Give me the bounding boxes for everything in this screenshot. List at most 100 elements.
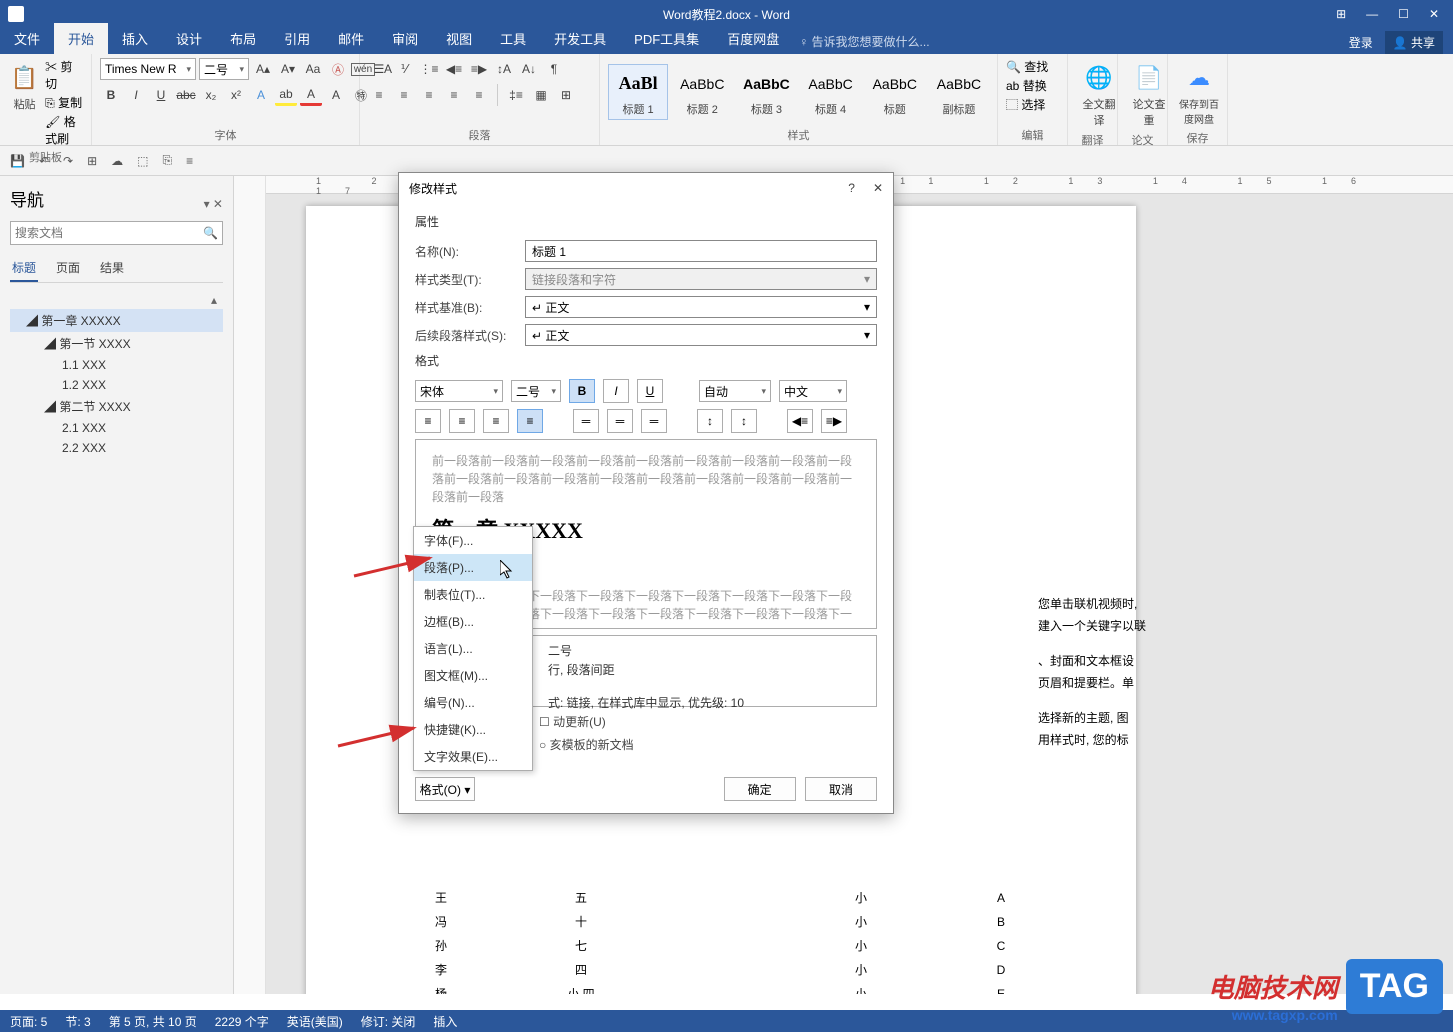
clear-format-icon[interactable]: Ⓐ — [327, 58, 349, 80]
dlg-align-right-icon[interactable]: ≡ — [483, 409, 509, 433]
style-item[interactable]: AaBbC标题 2 — [672, 64, 732, 120]
qat-tool5-icon[interactable]: ≡ — [186, 154, 193, 168]
format-menu-item[interactable]: 编号(N)... — [414, 689, 532, 716]
dlg-spacing1-icon[interactable]: ═ — [573, 409, 599, 433]
dlg-spacing2-icon[interactable]: ═ — [607, 409, 633, 433]
shading-icon[interactable]: ▦ — [530, 84, 552, 106]
style-next-combo[interactable]: ↵ 正文▾ — [525, 324, 877, 346]
dialog-close-icon[interactable]: ✕ — [873, 181, 883, 195]
dlg-align-left-icon[interactable]: ≡ — [415, 409, 441, 433]
thesis-check-button[interactable]: 📄 论文查重 — [1126, 58, 1172, 130]
show-marks-icon[interactable]: ¶ — [543, 58, 565, 80]
highlight-icon[interactable]: ab — [275, 84, 297, 106]
dlg-justify-icon[interactable]: ≡ — [517, 409, 543, 433]
format-dropdown-button[interactable]: 格式(O) ▾ — [415, 777, 475, 801]
find-button[interactable]: 🔍 查找 — [1006, 58, 1048, 75]
nav-tab-pages[interactable]: 页面 — [54, 255, 82, 282]
dlg-size-combo[interactable]: 二号▾ — [511, 380, 561, 402]
superscript-icon[interactable]: x² — [225, 84, 247, 106]
format-menu-item[interactable]: 制表位(T)... — [414, 581, 532, 608]
tab-file[interactable]: 文件 — [0, 23, 54, 54]
font-name-combo[interactable]: Times New R▾ — [100, 58, 196, 80]
nav-tree-item[interactable]: 2.2 XXX — [10, 438, 223, 458]
nav-search-input[interactable] — [15, 226, 203, 240]
tab-pdf[interactable]: PDF工具集 — [620, 23, 713, 54]
text-effects-icon[interactable]: A — [250, 84, 272, 106]
copy-button[interactable]: ⎘ 复制 — [45, 94, 83, 111]
tab-insert[interactable]: 插入 — [108, 23, 162, 54]
qat-tool2-icon[interactable]: ☁ — [111, 154, 123, 168]
dlg-font-combo[interactable]: 宋体▾ — [415, 380, 503, 402]
maximize-icon[interactable]: ☐ — [1398, 7, 1409, 21]
sort-icon[interactable]: A↓ — [518, 58, 540, 80]
dialog-help-icon[interactable]: ? — [848, 181, 855, 195]
full-translate-button[interactable]: 🌐 全文翻译 — [1076, 58, 1122, 130]
nav-search-box[interactable]: 🔍 — [10, 221, 223, 245]
align-left-icon[interactable]: ≡ — [368, 84, 390, 106]
align-right-icon[interactable]: ≡ — [418, 84, 440, 106]
search-icon[interactable]: 🔍 — [203, 226, 218, 240]
align-center-icon[interactable]: ≡ — [393, 84, 415, 106]
status-lang[interactable]: 英语(美国) — [287, 1013, 343, 1030]
strike-icon[interactable]: abc — [175, 84, 197, 106]
line-spacing-icon[interactable]: ‡≡ — [505, 84, 527, 106]
dlg-spacing3-icon[interactable]: ═ — [641, 409, 667, 433]
dlg-underline-icon[interactable]: U — [637, 379, 663, 403]
cancel-button[interactable]: 取消 — [805, 777, 877, 801]
style-item[interactable]: AaBbC标题 4 — [801, 64, 861, 120]
dlg-space-after-icon[interactable]: ↕ — [731, 409, 757, 433]
tab-developer[interactable]: 开发工具 — [540, 23, 620, 54]
char-shading-icon[interactable]: A — [325, 84, 347, 106]
dlg-indent-dec-icon[interactable]: ◀≡ — [787, 409, 813, 433]
dlg-italic-icon[interactable]: I — [603, 379, 629, 403]
dlg-indent-inc-icon[interactable]: ≡▶ — [821, 409, 847, 433]
italic-icon[interactable]: I — [125, 84, 147, 106]
qat-tool4-icon[interactable]: ⎘ — [162, 153, 172, 168]
dlg-lang-combo[interactable]: 中文▾ — [779, 380, 847, 402]
decrease-indent-icon[interactable]: ◀≡ — [443, 58, 465, 80]
tab-references[interactable]: 引用 — [270, 23, 324, 54]
bold-icon[interactable]: B — [100, 84, 122, 106]
increase-indent-icon[interactable]: ≡▶ — [468, 58, 490, 80]
ribbon-options-icon[interactable]: ⊞ — [1336, 7, 1346, 21]
nav-tree-item[interactable]: 1.2 XXX — [10, 375, 223, 395]
font-size-combo[interactable]: 二号▾ — [199, 58, 249, 80]
borders-icon[interactable]: ⊞ — [555, 84, 577, 106]
qat-tool3-icon[interactable]: ⬚ — [137, 154, 148, 168]
dlg-bold-icon[interactable]: B — [569, 379, 595, 403]
distribute-icon[interactable]: ≡ — [468, 84, 490, 106]
ok-button[interactable]: 确定 — [724, 777, 796, 801]
baidu-save-button[interactable]: ☁ 保存到百度网盘 — [1176, 58, 1222, 128]
qat-redo-icon[interactable]: ↷ — [63, 154, 73, 168]
format-menu-item[interactable]: 字体(F)... — [414, 527, 532, 554]
style-name-input[interactable]: 标题 1 — [525, 240, 877, 262]
format-menu-item[interactable]: 快捷键(K)... — [414, 716, 532, 743]
tab-view[interactable]: 视图 — [432, 23, 486, 54]
nav-tree-item[interactable]: 1.1 XXX — [10, 355, 223, 375]
qat-tool1-icon[interactable]: ⊞ — [87, 154, 97, 168]
tab-tools[interactable]: 工具 — [486, 23, 540, 54]
nav-tab-results[interactable]: 结果 — [98, 255, 126, 282]
dlg-align-center-icon[interactable]: ≡ — [449, 409, 475, 433]
dlg-space-before-icon[interactable]: ↕ — [697, 409, 723, 433]
text-direction-icon[interactable]: ↕A — [493, 58, 515, 80]
tab-home[interactable]: 开始 — [54, 23, 108, 54]
select-button[interactable]: ⬚ 选择 — [1006, 96, 1045, 113]
multilevel-icon[interactable]: ⋮≡ — [418, 58, 440, 80]
numbering-icon[interactable]: ⅟ — [393, 58, 415, 80]
grow-font-icon[interactable]: A▴ — [252, 58, 274, 80]
format-painter-button[interactable]: 🖌 格式刷 — [45, 113, 83, 147]
minimize-icon[interactable]: — — [1366, 7, 1378, 21]
nav-tree-item[interactable]: ◢ 第一节 XXXX — [10, 332, 223, 355]
style-item[interactable]: AaBbC标题 3 — [736, 64, 796, 120]
login-link[interactable]: 登录 — [1349, 34, 1373, 51]
nav-tab-headings[interactable]: 标题 — [10, 255, 38, 282]
format-menu-item[interactable]: 语言(L)... — [414, 635, 532, 662]
style-item[interactable]: AaBbC标题 — [865, 64, 925, 120]
paste-button[interactable]: 📋 粘贴 — [8, 58, 41, 114]
subscript-icon[interactable]: x₂ — [200, 84, 222, 106]
tab-design[interactable]: 设计 — [162, 23, 216, 54]
share-button[interactable]: 👤 共享 — [1385, 31, 1443, 54]
shrink-font-icon[interactable]: A▾ — [277, 58, 299, 80]
format-menu-item[interactable]: 文字效果(E)... — [414, 743, 532, 770]
